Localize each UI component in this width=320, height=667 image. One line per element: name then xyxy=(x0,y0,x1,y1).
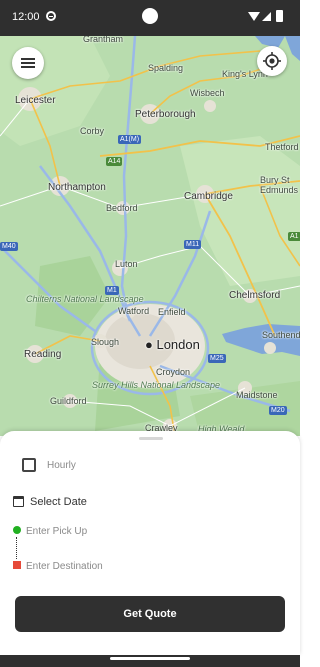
pickup-input[interactable] xyxy=(26,524,266,538)
map-label-reading: Reading xyxy=(24,349,62,360)
sheet-drag-handle[interactable] xyxy=(139,437,163,440)
wifi-icon xyxy=(248,12,260,21)
map-label-london: ● London xyxy=(145,337,200,352)
map-label-grantham: Grantham xyxy=(83,36,124,44)
map-region-chilterns: Chilterns National Landscape xyxy=(26,294,144,304)
hamburger-menu-icon-line xyxy=(21,58,35,60)
battery-icon xyxy=(276,10,283,22)
road-shield-m25: M25 xyxy=(208,354,226,363)
road-shield-m40: M40 xyxy=(0,242,18,251)
map-label-bedford: Bedford xyxy=(106,203,138,213)
road-shield-m20: M20 xyxy=(269,406,287,415)
map-label-leicester: Leicester xyxy=(15,95,56,106)
map-label-bury-st-edmunds: Bury St Edmunds xyxy=(260,175,299,195)
map-label-chelmsford: Chelmsford xyxy=(229,290,281,301)
map-view[interactable]: Grantham Spalding King's Lynn Leicester … xyxy=(0,36,300,436)
destination-marker-icon xyxy=(13,561,21,569)
my-location-button[interactable] xyxy=(257,46,287,76)
get-quote-button[interactable]: Get Quote xyxy=(15,596,285,632)
sync-icon xyxy=(46,11,56,21)
road-shield-a14: A14 xyxy=(106,157,123,166)
map-label-spalding: Spalding xyxy=(148,63,184,73)
status-bar: 12:00 xyxy=(0,0,300,36)
map-label-southend: Southend xyxy=(262,330,300,340)
destination-row xyxy=(13,559,273,575)
select-date-button[interactable]: Select Date xyxy=(13,495,263,511)
clock: 12:00 xyxy=(12,11,40,23)
map-label-london-text: London xyxy=(156,337,200,352)
map-label-luton: Luton xyxy=(115,259,138,269)
road-shield-a1m: A1(M) xyxy=(118,135,142,144)
map-region-surrey-hills: Surrey Hills National Landscape xyxy=(92,380,220,390)
map-label-corby: Corby xyxy=(80,126,105,136)
my-location-icon xyxy=(263,52,281,70)
system-nav-bar xyxy=(0,655,300,667)
road-shield-m1: M1 xyxy=(105,286,119,295)
home-gesture-pill[interactable] xyxy=(110,657,190,660)
menu-button[interactable] xyxy=(12,47,44,79)
map-label-watford: Watford xyxy=(118,306,150,316)
pickup-marker-icon xyxy=(13,526,21,534)
front-camera xyxy=(142,8,158,24)
hourly-label: Hourly xyxy=(47,460,76,471)
hourly-checkbox[interactable] xyxy=(22,458,36,472)
map-label-peterborough: Peterborough xyxy=(135,109,196,120)
destination-input[interactable] xyxy=(26,559,266,573)
map-label-slough: Slough xyxy=(91,337,120,347)
hamburger-menu-icon-line xyxy=(21,62,35,64)
map-label-northampton: Northampton xyxy=(48,182,106,193)
select-date-label: Select Date xyxy=(30,496,87,508)
map-label-cambridge: Cambridge xyxy=(184,191,233,202)
map-label-croydon: Croydon xyxy=(156,367,191,377)
map-label-guildford: Guildford xyxy=(50,396,87,406)
map-label-thetford: Thetford xyxy=(265,142,299,152)
map-label-enfield: Enfield xyxy=(158,307,186,317)
route-connector-line xyxy=(16,537,17,559)
calendar-icon xyxy=(13,496,24,507)
booking-sheet: Hourly Select Date Get Quote xyxy=(0,431,300,655)
pickup-row xyxy=(13,524,273,540)
map-label-wisbech: Wisbech xyxy=(190,88,225,98)
road-shield-m11: M11 xyxy=(184,240,202,249)
signal-icon xyxy=(262,12,271,21)
map-label-maidstone: Maidstone xyxy=(236,390,278,400)
road-shield-a1: A1 xyxy=(288,232,300,241)
hamburger-menu-icon-line xyxy=(21,66,35,68)
